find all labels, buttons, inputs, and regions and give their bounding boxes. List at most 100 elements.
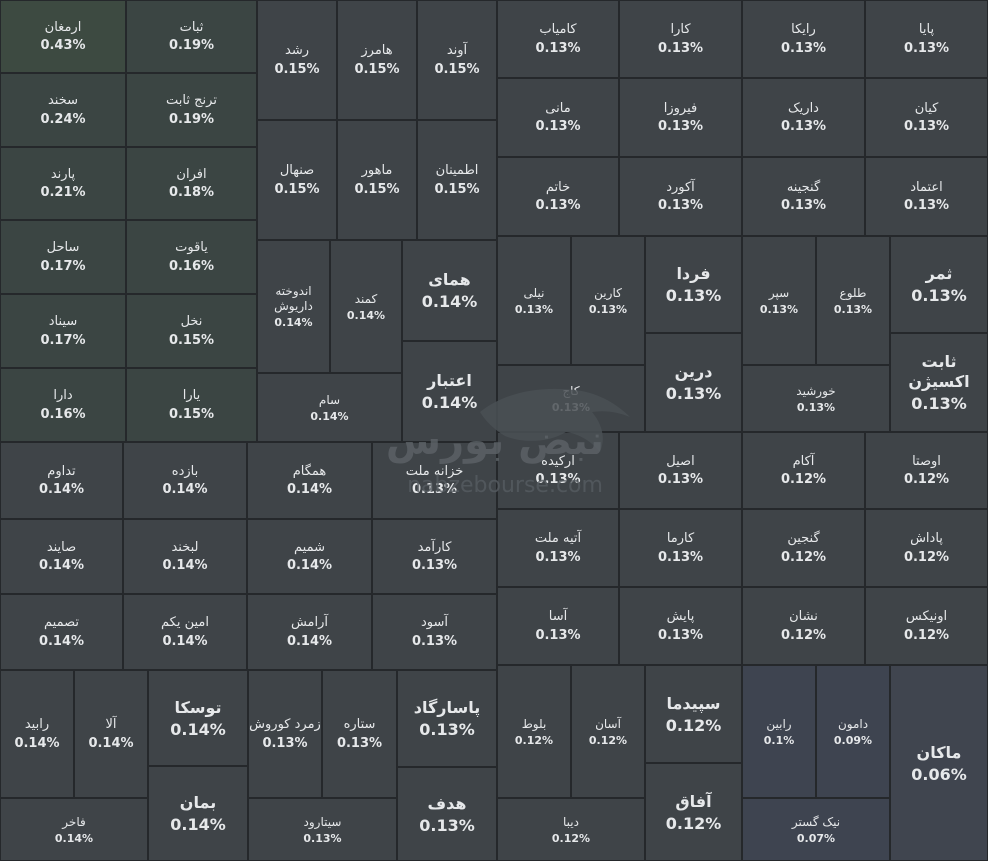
treemap-cell[interactable]: گنجینه 0.13% <box>742 157 865 236</box>
treemap-cell[interactable]: نشان 0.12% <box>742 587 865 665</box>
treemap-cell[interactable]: شمیم 0.14% <box>247 519 372 594</box>
treemap-cell[interactable]: آرامش 0.14% <box>247 594 372 670</box>
treemap-cell[interactable]: دامون 0.09% <box>816 665 890 798</box>
treemap-cell[interactable]: اونیکس 0.12% <box>865 587 988 665</box>
treemap-cell[interactable]: کمند 0.14% <box>330 240 402 373</box>
treemap-cell[interactable]: سیتارود 0.13% <box>248 798 397 861</box>
treemap-cell[interactable]: ارکیده 0.13% <box>497 432 619 509</box>
cell-value: 0.13% <box>535 627 581 643</box>
treemap-cell[interactable]: گنجین 0.12% <box>742 509 865 587</box>
treemap-cell[interactable]: ماکان 0.06% <box>890 665 988 861</box>
treemap-cell[interactable]: نیک گستر 0.07% <box>742 798 890 861</box>
treemap-cell[interactable]: نخل 0.15% <box>126 294 257 368</box>
treemap-cell[interactable]: ثبات 0.19% <box>126 0 257 73</box>
treemap-cell[interactable]: اعتماد 0.13% <box>865 157 988 236</box>
treemap-cell[interactable]: بلوط 0.12% <box>497 665 571 798</box>
cell-value: 0.14% <box>286 558 333 574</box>
treemap-cell[interactable]: آتیه ملت 0.13% <box>497 509 619 587</box>
treemap-cell[interactable]: آوند 0.15% <box>417 0 497 120</box>
cell-value: 0.14% <box>346 308 386 322</box>
cell-name: کارین <box>594 285 622 300</box>
cell-value: 0.13% <box>903 198 950 214</box>
treemap-cell[interactable]: صایند 0.14% <box>0 519 123 594</box>
treemap-cell[interactable]: پارند 0.21% <box>0 147 126 220</box>
treemap-cell[interactable]: همای 0.14% <box>402 240 497 341</box>
treemap-cell[interactable]: ماهور 0.15% <box>337 120 417 240</box>
treemap-cell[interactable]: هامرز 0.15% <box>337 0 417 120</box>
treemap-cell[interactable]: کارما 0.13% <box>619 509 742 587</box>
treemap-cell[interactable]: پایش 0.13% <box>619 587 742 665</box>
treemap-cell[interactable]: کامیاب 0.13% <box>497 0 619 78</box>
treemap-cell[interactable]: داریک 0.13% <box>742 78 865 157</box>
treemap-cell[interactable]: بمان 0.14% <box>148 766 248 861</box>
treemap-cell[interactable]: صنهال 0.15% <box>257 120 337 240</box>
treemap-cell[interactable]: آکورد 0.13% <box>619 157 742 236</box>
treemap-cell[interactable]: ساحل 0.17% <box>0 220 126 294</box>
treemap-cell[interactable]: خاتم 0.13% <box>497 157 619 236</box>
treemap-cell[interactable]: سام 0.14% <box>257 373 402 442</box>
treemap-cell[interactable]: توسکا 0.14% <box>148 670 248 766</box>
treemap-cell[interactable]: یاقوت 0.16% <box>126 220 257 294</box>
treemap-cell[interactable]: کاج 0.13% <box>497 365 645 432</box>
treemap-cell[interactable]: فاخر 0.14% <box>0 798 148 861</box>
treemap-cell[interactable]: آفاق 0.12% <box>645 763 742 861</box>
treemap-cell[interactable]: اندوخته داریوش 0.14% <box>257 240 330 373</box>
treemap-cell[interactable]: آسا 0.13% <box>497 587 619 665</box>
treemap-cell[interactable]: فیروزا 0.13% <box>619 78 742 157</box>
treemap-cell[interactable]: درین 0.13% <box>645 333 742 432</box>
treemap-cell[interactable]: اوصتا 0.12% <box>865 432 988 509</box>
treemap-cell[interactable]: ترنج ثابت 0.19% <box>126 73 257 147</box>
treemap-cell[interactable]: سپر 0.13% <box>742 236 816 365</box>
treemap-cell[interactable]: همگام 0.14% <box>247 442 372 519</box>
treemap-cell[interactable]: پاسارگاد 0.13% <box>397 670 497 767</box>
treemap-cell[interactable]: آسان 0.12% <box>571 665 645 798</box>
treemap-cell[interactable]: رایکا 0.13% <box>742 0 865 78</box>
treemap-cell[interactable]: طلوع 0.13% <box>816 236 890 365</box>
treemap-cell[interactable]: یارا 0.15% <box>126 368 257 442</box>
treemap-cell[interactable]: پاداش 0.12% <box>865 509 988 587</box>
treemap-cell[interactable]: اطمینان 0.15% <box>417 120 497 240</box>
treemap-cell[interactable]: کارآمد 0.13% <box>372 519 497 594</box>
cell-name: مانی <box>545 100 571 116</box>
treemap-cell[interactable]: آسود 0.13% <box>372 594 497 670</box>
treemap-cell[interactable]: سیناد 0.17% <box>0 294 126 368</box>
treemap-cell[interactable]: لبخند 0.14% <box>123 519 247 594</box>
cell-value: 0.14% <box>286 482 333 498</box>
cell-value: 0.13% <box>411 633 458 649</box>
treemap-cell[interactable]: رابین 0.1% <box>742 665 816 798</box>
treemap-cell[interactable]: کارین 0.13% <box>571 236 645 365</box>
treemap-cell[interactable]: خزانه ملت 0.13% <box>372 442 497 519</box>
treemap-cell[interactable]: پایا 0.13% <box>865 0 988 78</box>
treemap-cell[interactable]: بازده 0.14% <box>123 442 247 519</box>
treemap-cell[interactable]: تصمیم 0.14% <box>0 594 123 670</box>
treemap-cell[interactable]: اصیل 0.13% <box>619 432 742 509</box>
treemap-cell[interactable]: رشد 0.15% <box>257 0 337 120</box>
treemap-cell[interactable]: اعتبار 0.14% <box>402 341 497 442</box>
treemap-cell[interactable]: خورشید 0.13% <box>742 365 890 432</box>
treemap-cell[interactable]: تداوم 0.14% <box>0 442 123 519</box>
treemap-cell[interactable]: فردا 0.13% <box>645 236 742 333</box>
treemap-cell[interactable]: مانی 0.13% <box>497 78 619 157</box>
treemap-cell[interactable]: دیبا 0.12% <box>497 798 645 861</box>
treemap-cell[interactable]: هدف 0.13% <box>397 767 497 861</box>
treemap-cell[interactable]: کیان 0.13% <box>865 78 988 157</box>
treemap-cell[interactable]: سپیدما 0.12% <box>645 665 742 763</box>
treemap-cell[interactable]: ثابت اکسیژن 0.13% <box>890 333 988 432</box>
cell-name: خزانه ملت <box>405 463 464 479</box>
treemap-cell[interactable]: کارا 0.13% <box>619 0 742 78</box>
treemap-cell[interactable]: آلا 0.14% <box>74 670 148 798</box>
cell-value: 0.15% <box>354 181 400 197</box>
treemap-cell[interactable]: ارمغان 0.43% <box>0 0 126 73</box>
treemap-cell[interactable]: افران 0.18% <box>126 147 257 220</box>
cell-name: درین <box>674 362 713 381</box>
treemap-cell[interactable]: ستاره 0.13% <box>322 670 397 798</box>
treemap-cell[interactable]: دارا 0.16% <box>0 368 126 442</box>
treemap-cell[interactable]: آکام 0.12% <box>742 432 865 509</box>
treemap-cell[interactable]: نیلی 0.13% <box>497 236 571 365</box>
treemap-cell[interactable]: سخند 0.24% <box>0 73 126 147</box>
treemap-cell[interactable]: زمرد کوروش 0.13% <box>248 670 322 798</box>
treemap-cell[interactable]: ثمر 0.13% <box>890 236 988 333</box>
treemap-cell[interactable]: امین یکم 0.14% <box>123 594 247 670</box>
treemap-cell[interactable]: رابید 0.14% <box>0 670 74 798</box>
cell-value: 0.14% <box>38 558 85 574</box>
